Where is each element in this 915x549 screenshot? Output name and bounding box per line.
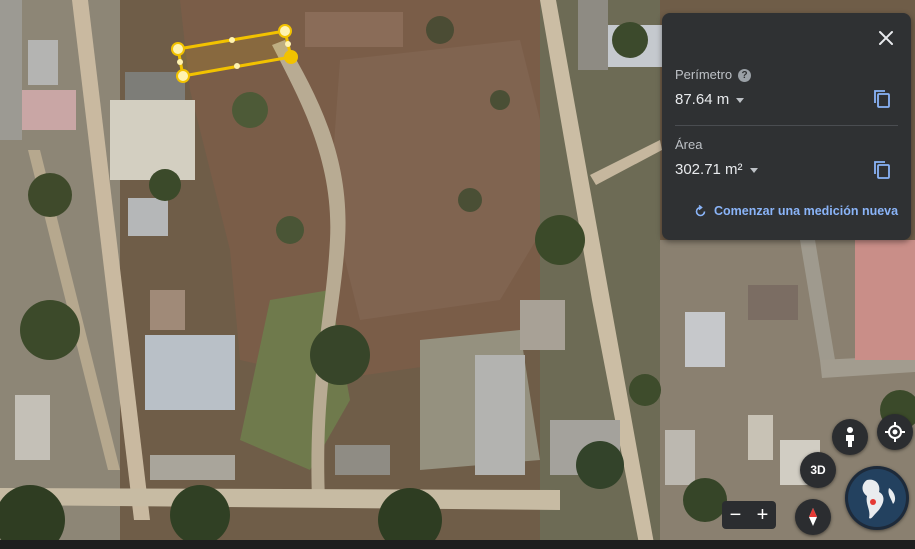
refresh-icon <box>695 205 706 217</box>
divider <box>675 125 898 126</box>
compass-icon[interactable] <box>795 499 831 535</box>
globe-icon[interactable] <box>845 466 909 530</box>
chevron-down-icon[interactable] <box>736 97 745 103</box>
chevron-down-icon[interactable] <box>749 167 758 173</box>
area-value-row[interactable]: 302.71 m² <box>675 161 758 178</box>
copy-icon[interactable] <box>873 160 891 180</box>
zoom-out-button[interactable]: − <box>730 505 742 525</box>
view-3d-button[interactable]: 3D <box>800 452 836 488</box>
close-icon[interactable] <box>875 27 897 49</box>
perimeter-value: 87.64 m <box>675 91 730 108</box>
zoom-in-button[interactable]: + <box>757 505 769 525</box>
area-value: 302.71 m² <box>675 161 743 178</box>
my-location-icon[interactable] <box>877 414 913 450</box>
zoom-control: − + <box>722 501 776 529</box>
perimeter-value-row[interactable]: 87.64 m <box>675 91 745 108</box>
area-label: Área <box>675 137 703 152</box>
pegman-icon[interactable] <box>832 419 868 455</box>
perimeter-label: Perímetro <box>675 67 733 82</box>
status-bar <box>0 540 915 549</box>
copy-icon[interactable] <box>873 89 891 109</box>
help-icon[interactable]: ? <box>738 69 752 83</box>
new-measurement-label: Comenzar una medición nueva <box>714 204 899 218</box>
new-measurement-button[interactable]: Comenzar una medición nueva <box>694 204 898 218</box>
measure-panel: Perímetro? 87.64 m Área 302.71 m² Comenz… <box>662 13 911 240</box>
perimeter-label-row: Perímetro? <box>675 67 752 83</box>
